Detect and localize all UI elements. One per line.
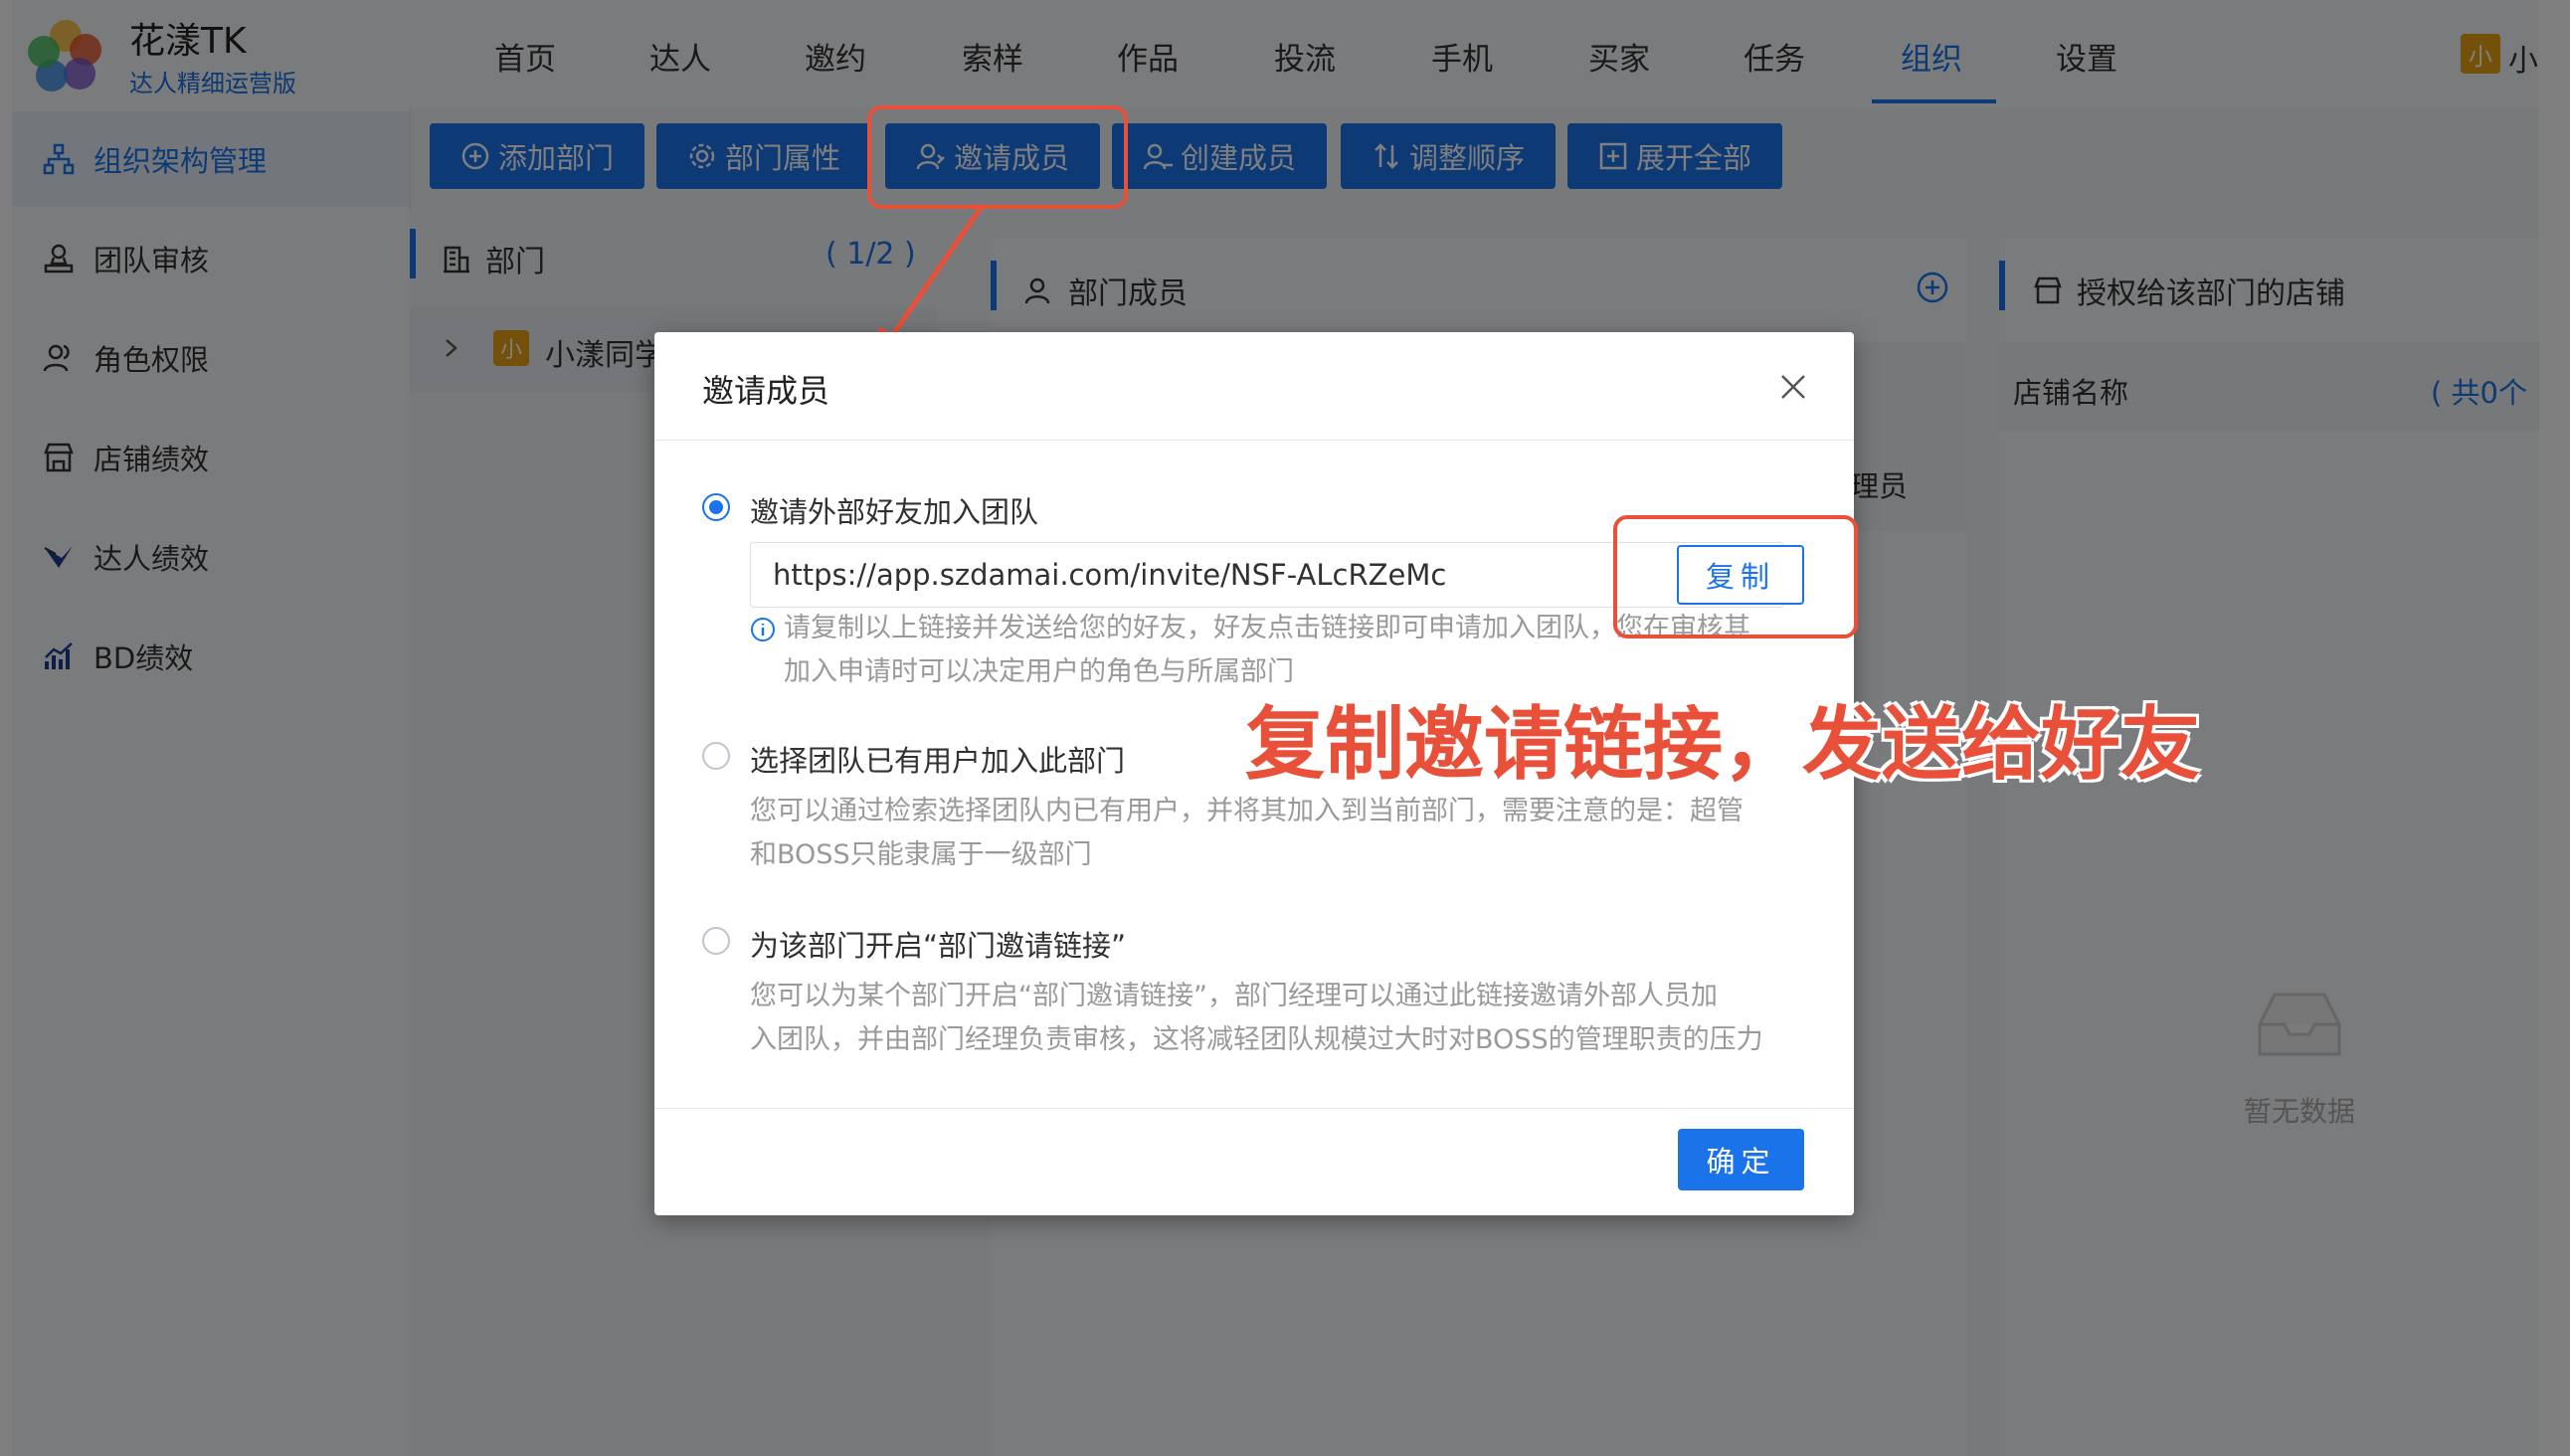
confirm-button[interactable]: 确定 xyxy=(1678,1129,1804,1190)
annotation-copy-highlight xyxy=(1613,515,1858,638)
dept-invite-link-radio[interactable] xyxy=(702,927,730,955)
dept-invite-desc-line-1: 您可以为某个部门开启“部门邀请链接”，部门经理可以通过此链接邀请外部人员加 xyxy=(750,981,1718,1011)
existing-user-desc: 您可以通过检索选择团队内已有用户，并将其加入到当前部门，需要注意的是：超管 和B… xyxy=(750,790,1744,877)
close-icon[interactable] xyxy=(1778,372,1808,402)
dialog-header-divider xyxy=(654,440,1854,441)
dept-invite-link-label[interactable]: 为该部门开启“部门邀请链接” xyxy=(750,923,1126,965)
annotation-caption: 复制邀请链接，发送给好友 xyxy=(1245,698,2200,791)
existing-user-desc-line-1: 您可以通过检索选择团队内已有用户，并将其加入到当前部门，需要注意的是：超管 xyxy=(750,796,1744,826)
existing-user-radio[interactable] xyxy=(702,742,730,770)
dept-invite-link-desc: 您可以为某个部门开启“部门邀请链接”，部门经理可以通过此链接邀请外部人员加 入团… xyxy=(750,975,1763,1062)
annotation-invite-highlight xyxy=(867,105,1128,209)
dialog-title: 邀请成员 xyxy=(702,372,830,410)
existing-user-label[interactable]: 选择团队已有用户加入此部门 xyxy=(750,738,1125,780)
app-window: 花漾TK 达人精细运营版 首页 达人 邀约 索样 作品 投流 手机 买家 任务 … xyxy=(0,0,2570,1456)
existing-user-desc-line-2: 和BOSS只能隶属于一级部门 xyxy=(750,839,1092,870)
info-icon xyxy=(751,618,775,641)
dialog-footer-divider xyxy=(654,1108,1854,1109)
invite-external-label[interactable]: 邀请外部好友加入团队 xyxy=(750,489,1038,531)
dept-invite-desc-line-2: 入团队，并由部门经理负责审核，这将减轻团队规模过大时对BOSS的管理职责的压力 xyxy=(750,1024,1763,1055)
invite-external-radio[interactable] xyxy=(702,493,730,521)
